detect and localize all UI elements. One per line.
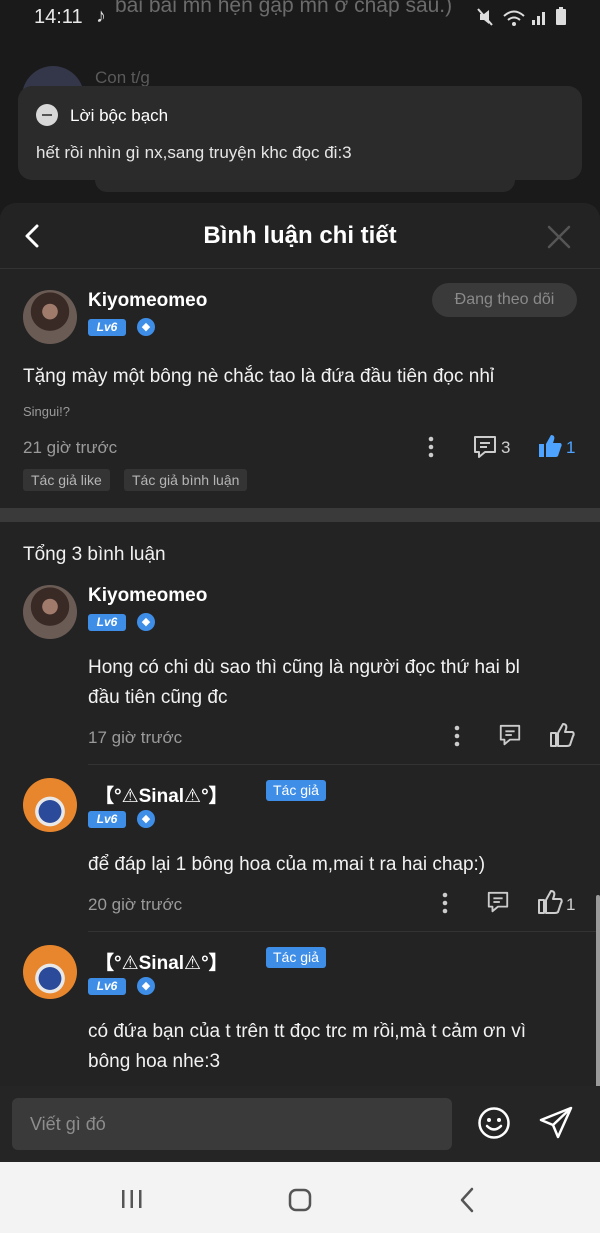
status-icons — [476, 6, 576, 28]
level-badge: Lv6 — [88, 978, 126, 995]
diamond-icon: ◆ — [137, 613, 155, 631]
comment-detail-sheet — [0, 203, 600, 1233]
sheet-title: Bình luận chi tiết — [203, 222, 397, 249]
reply-username[interactable]: Kiyomeomeo — [88, 585, 207, 607]
mute-wifi-signal-battery-icons — [477, 7, 566, 26]
diamond-icon: ◆ — [137, 810, 155, 828]
main-comment-note: Singui!? — [23, 404, 70, 419]
main-comment-text: Tặng mày một bông nè chắc tao là đứa đầu… — [23, 366, 495, 387]
send-icon[interactable] — [538, 1106, 574, 1140]
status-time: 14:11 — [34, 6, 83, 28]
level-badge: Lv6 — [88, 811, 126, 828]
header-divider — [0, 268, 600, 269]
author-badge: Tác giả — [266, 780, 326, 801]
popup-text: hết rồi nhìn gì nx,sang truyện khc đọc đ… — [36, 143, 352, 162]
thumbs-up-icon[interactable] — [537, 433, 563, 459]
avatar[interactable] — [23, 290, 77, 344]
tag-author-like: Tác giả like — [23, 469, 110, 491]
more-options-icon[interactable] — [440, 892, 450, 914]
message-icon — [36, 104, 58, 126]
reply-text-line: có đứa bạn của t trên tt đọc trc m rồi,m… — [88, 1021, 527, 1042]
level-badge: Lv6 — [88, 319, 126, 336]
reply-icon[interactable] — [472, 434, 498, 460]
reply-username[interactable]: 【°⚠Sinal⚠°】 — [95, 781, 228, 808]
section-divider — [0, 508, 600, 522]
main-comment-username[interactable]: Kiyomeomeo — [88, 290, 207, 312]
reply-icon[interactable] — [498, 723, 522, 747]
level-badge: Lv6 — [88, 614, 126, 631]
reply-text-line: Hong có chi dù sao thì cũng là người đọc… — [88, 657, 520, 678]
emoji-icon[interactable] — [477, 1106, 511, 1140]
recent-apps-icon[interactable] — [120, 1188, 144, 1210]
close-icon[interactable] — [546, 224, 572, 250]
like-count: 1 — [566, 895, 576, 914]
comment-input[interactable] — [12, 1098, 452, 1150]
reply-count: 3 — [501, 438, 511, 457]
reply-icon[interactable] — [486, 890, 510, 914]
more-options-icon[interactable] — [452, 725, 462, 747]
main-comment-time: 21 giờ trước — [23, 438, 118, 457]
reply-time: 20 giờ trước — [88, 895, 183, 914]
reply-text-line: để đáp lại 1 bông hoa của m,mai t ra hai… — [88, 854, 486, 875]
thumbs-up-icon[interactable] — [537, 889, 563, 915]
background-name: Con t/g — [95, 68, 150, 87]
reply-time: 17 giờ trước — [88, 728, 183, 747]
author-badge: Tác giả — [266, 947, 326, 968]
more-options-icon[interactable] — [426, 436, 436, 458]
avatar[interactable] — [23, 945, 77, 999]
avatar[interactable] — [23, 585, 77, 639]
back-icon[interactable] — [459, 1187, 475, 1213]
row-divider — [88, 931, 600, 932]
popup-title: Lời bộc bạch — [70, 106, 169, 125]
following-button[interactable]: Đang theo dõi — [432, 283, 577, 317]
like-count: 1 — [566, 438, 576, 457]
row-divider — [88, 764, 600, 765]
avatar[interactable] — [23, 778, 77, 832]
thumbs-up-icon[interactable] — [549, 722, 575, 748]
confession-popup — [18, 86, 582, 180]
diamond-icon: ◆ — [137, 977, 155, 995]
tiktok-icon: ♪ — [96, 5, 106, 27]
reply-username[interactable]: 【°⚠Sinal⚠°】 — [95, 948, 228, 975]
home-icon[interactable] — [287, 1187, 313, 1213]
reply-text-line: bông hoa nhe:3 — [88, 1051, 221, 1072]
tag-author-comment: Tác giả bình luận — [124, 469, 248, 491]
reply-text-line: đầu tiên cũng đc — [88, 687, 228, 708]
diamond-icon: ◆ — [137, 318, 155, 336]
total-comments: Tổng 3 bình luận — [23, 544, 166, 565]
